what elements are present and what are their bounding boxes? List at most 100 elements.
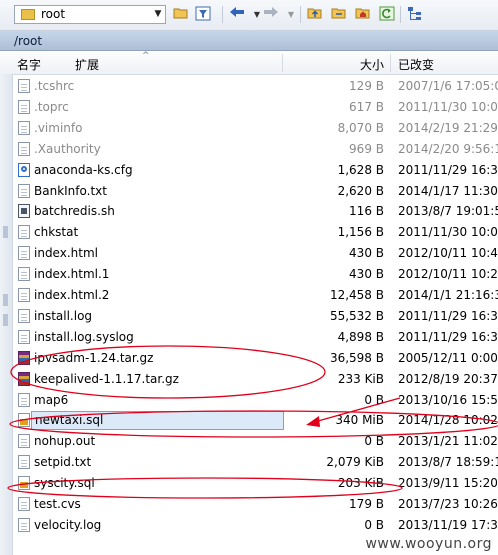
file-date: 2007/1/6 17:05:04 xyxy=(398,79,498,93)
file-icon xyxy=(18,497,30,511)
file-row[interactable]: batchredis.sh 116 B 2013/8/7 19:01:50 xyxy=(0,201,498,221)
file-row[interactable]: nohup.out 0 B 2013/1/21 11:02: xyxy=(0,431,498,451)
file-size: 12,458 B xyxy=(329,288,384,302)
file-size: 430 B xyxy=(349,267,384,282)
file-size: 2,079 KiB xyxy=(326,455,384,470)
file-size: 129 B xyxy=(349,79,384,93)
file-row[interactable]: index.html 430 B 2012/10/11 10:4 xyxy=(0,243,498,263)
sql-file-icon xyxy=(18,413,30,428)
file-date: 2005/12/11 0:00: xyxy=(398,350,498,365)
config-file-icon xyxy=(18,162,30,177)
file-size: 340 MiB xyxy=(335,413,384,428)
archive-icon xyxy=(18,350,30,365)
file-row[interactable]: chkstat 1,156 B 2011/11/30 10:0 xyxy=(0,222,498,242)
file-size: 0 B xyxy=(364,517,384,532)
file-date: 2011/11/29 16:3 xyxy=(398,162,498,177)
file-size: 617 B xyxy=(349,99,384,114)
file-size: 0 B xyxy=(364,434,384,449)
current-path-bar: /root xyxy=(0,31,498,51)
file-row[interactable]: .viminfo 8,070 B 2014/2/19 21:29: xyxy=(0,118,498,138)
file-date: 2012/10/11 10:4 xyxy=(398,246,498,261)
refresh-icon[interactable] xyxy=(378,6,396,23)
file-name: index.html.1 xyxy=(34,267,110,282)
file-size: 179 B xyxy=(349,497,384,511)
column-ext-header[interactable]: 扩展 xyxy=(75,56,99,73)
file-row[interactable]: velocity.log 0 B 2013/11/19 17:33: xyxy=(0,515,498,535)
column-divider[interactable] xyxy=(282,54,283,72)
root-folder-icon[interactable] xyxy=(330,6,348,23)
folder-icon xyxy=(21,9,35,20)
file-row[interactable]: newtaxi.sql 340 MiB 2014/1/28 10:02: xyxy=(0,410,498,431)
file-name: map6 xyxy=(34,392,69,407)
column-name-header[interactable]: 名字 xyxy=(17,56,41,73)
file-row[interactable]: setpid.txt 2,079 KiB 2013/8/7 18:59:18 xyxy=(0,452,498,472)
file-name: batchredis.sh xyxy=(34,204,115,219)
file-date: 2011/11/30 10:00: xyxy=(398,99,498,114)
file-name: BankInfo.txt xyxy=(34,183,107,198)
file-row[interactable]: index.html.2 12,458 B 2014/1/1 21:16:37 xyxy=(0,285,498,305)
column-divider[interactable] xyxy=(390,54,391,72)
file-date: 2012/10/11 10:2 xyxy=(398,267,498,282)
file-name: anaconda-ks.cfg xyxy=(34,162,133,177)
script-file-icon xyxy=(18,204,30,219)
file-date: 2013/8/7 19:01:50 xyxy=(398,204,498,219)
file-icon xyxy=(18,120,30,135)
file-icon xyxy=(18,183,30,198)
forward-arrow-icon[interactable] xyxy=(262,6,280,23)
file-row[interactable]: ipvsadm-1.24.tar.gz 36,598 B 2005/12/11 0:… xyxy=(0,348,498,368)
column-size-header[interactable]: 大小 xyxy=(360,56,384,73)
file-name: nohup.out xyxy=(34,434,96,449)
file-name: install.log xyxy=(34,308,93,323)
file-row[interactable]: install.log 55,532 B 2011/11/29 16:3 xyxy=(0,306,498,326)
file-row[interactable]: .toprc 617 B 2011/11/30 10:00: xyxy=(0,97,498,117)
toolbar-separator xyxy=(300,6,301,23)
file-date: 2011/11/29 16:3 xyxy=(398,329,498,344)
file-size: 203 KiB xyxy=(337,476,384,491)
watermark: www.wooyun.org xyxy=(365,536,492,552)
parent-folder-icon[interactable] xyxy=(306,6,324,23)
path-dropdown[interactable]: root ▼ xyxy=(14,5,166,24)
file-size: 55,532 B xyxy=(329,308,384,323)
tree-view-icon[interactable] xyxy=(406,6,424,23)
file-name: .viminfo xyxy=(34,120,83,135)
file-date: 2013/11/19 17:33: xyxy=(398,517,498,532)
file-date: 2014/1/17 11:30: xyxy=(398,183,498,198)
file-row[interactable]: test.cvs 179 B 2013/7/23 10:26: xyxy=(0,494,498,514)
file-row[interactable]: map6 0 B 2013/10/16 15:5 xyxy=(0,390,498,410)
file-icon xyxy=(18,79,30,93)
file-size: 0 B xyxy=(364,392,384,407)
file-date: 2013/1/21 11:02: xyxy=(398,434,498,449)
column-date-header[interactable]: 已改变 xyxy=(398,56,434,73)
file-size: 8,070 B xyxy=(337,120,384,135)
back-arrow-icon[interactable] xyxy=(228,6,246,23)
file-icon xyxy=(18,141,30,156)
file-row[interactable]: .tcshrc 129 B 2007/1/6 17:05:04 xyxy=(0,76,498,96)
file-date: 2014/2/19 21:29: xyxy=(398,120,498,135)
file-row[interactable]: install.log.syslog 4,898 B 2011/11/29 16:3 xyxy=(0,327,498,347)
file-date: 2013/8/7 18:59:18 xyxy=(398,455,498,470)
file-size: 233 KiB xyxy=(337,371,384,386)
file-icon xyxy=(18,288,30,302)
file-row[interactable]: BankInfo.txt 2,620 B 2014/1/17 11:30: xyxy=(0,181,498,201)
home-icon[interactable] xyxy=(354,6,372,23)
file-size: 1,628 B xyxy=(337,162,384,177)
forward-history-chevron-icon[interactable]: ▼ xyxy=(282,6,300,23)
file-name: install.log.syslog xyxy=(34,329,134,344)
toolbar: root ▼ ▼ ▼ xyxy=(0,0,498,31)
file-icon xyxy=(18,392,30,407)
sort-ascending-icon: ^ xyxy=(142,51,150,61)
file-name: test.cvs xyxy=(34,497,81,511)
file-row[interactable]: anaconda-ks.cfg 1,628 B 2011/11/29 16:3 xyxy=(0,160,498,180)
filter-icon[interactable] xyxy=(194,6,212,23)
folder-open-icon[interactable] xyxy=(172,6,190,23)
file-row[interactable]: keepalived-1.1.17.tar.gz 233 KiB 2012/8/19… xyxy=(0,369,498,389)
file-row[interactable]: .Xauthority 969 B 2014/2/20 9:56:18 xyxy=(0,139,498,159)
file-icon xyxy=(18,329,30,344)
file-row[interactable]: syscity.sql 203 KiB 2013/9/11 15:20: xyxy=(0,473,498,493)
file-row[interactable]: index.html.1 430 B 2012/10/11 10:2 xyxy=(0,264,498,284)
file-size: 4,898 B xyxy=(337,329,384,344)
file-date: 2014/1/28 10:02: xyxy=(398,413,498,428)
chevron-down-icon[interactable]: ▼ xyxy=(151,6,165,23)
file-name: newtaxi.sql xyxy=(31,411,284,431)
toolbar-separator xyxy=(400,6,401,23)
